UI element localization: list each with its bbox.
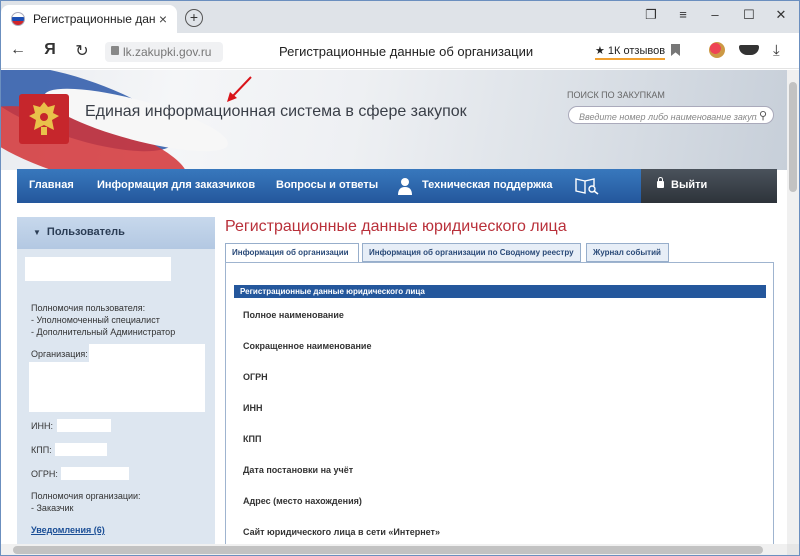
main-nav: Главная Информация для заказчиков Вопрос… bbox=[17, 169, 777, 203]
nav-faq[interactable]: Вопросы и ответы bbox=[276, 179, 378, 191]
nav-customers-info[interactable]: Информация для заказчиков bbox=[97, 179, 255, 191]
favicon-icon bbox=[11, 12, 25, 26]
search-caption: ПОИСК ПО ЗАКУПКАМ bbox=[567, 90, 665, 100]
url-text: lk.zakupki.gov.ru bbox=[123, 45, 212, 59]
notifications-link[interactable]: Уведомления (6) bbox=[31, 525, 105, 535]
sidebar-body: Полномочия пользователя: - Уполномоченны… bbox=[17, 249, 215, 536]
new-tab-button[interactable]: + bbox=[185, 9, 203, 27]
page-viewport: Единая информационная система в сфере за… bbox=[1, 70, 787, 544]
site-header: Единая информационная система в сфере за… bbox=[1, 70, 787, 170]
address-bar: ← Я ↻ lk.zakupki.gov.ru Регистрационные … bbox=[1, 33, 799, 69]
field-kpp: КПП bbox=[243, 434, 262, 444]
inn-row: ИНН: bbox=[31, 419, 201, 436]
field-address: Адрес (место нахождения) bbox=[243, 496, 362, 506]
field-inn: ИНН bbox=[243, 403, 263, 413]
scrollbar-thumb[interactable] bbox=[13, 546, 763, 554]
yandex-icon[interactable]: Я bbox=[41, 41, 59, 59]
org-power-item: - Заказчик bbox=[31, 503, 74, 513]
field-ogrn: ОГРН bbox=[243, 372, 268, 382]
site-title[interactable]: Единая информационная система в сфере за… bbox=[85, 103, 467, 121]
tab-bar: Регистрационные данные × + ❐ ≡ – ☐ ✕ bbox=[1, 1, 799, 33]
extension-icon[interactable] bbox=[709, 42, 725, 58]
content-panel: Регистрационные данные юридического лица… bbox=[225, 262, 774, 544]
bookmark-icon[interactable] bbox=[671, 44, 680, 56]
minimize-icon[interactable]: – bbox=[705, 7, 725, 22]
nav-home[interactable]: Главная bbox=[29, 179, 74, 191]
horizontal-scrollbar[interactable] bbox=[1, 544, 787, 555]
org-name-redacted bbox=[29, 362, 205, 412]
search-icon[interactable]: ⚲ bbox=[759, 109, 767, 122]
inn-label: ИНН: bbox=[31, 421, 53, 431]
reload-icon[interactable]: ↻ bbox=[73, 41, 91, 61]
search-box: ⚲ bbox=[568, 106, 774, 124]
reviews-badge[interactable]: ★ 1К отзывов bbox=[595, 44, 666, 60]
nav-support[interactable]: Техническая поддержка bbox=[422, 179, 553, 191]
maximize-icon[interactable]: ☐ bbox=[739, 7, 759, 23]
browser-tab[interactable]: Регистрационные данные × bbox=[1, 5, 177, 33]
org-row: Организация: bbox=[29, 344, 205, 414]
url-field[interactable]: lk.zakupki.gov.ru bbox=[105, 42, 223, 62]
field-short-name: Сокращенное наименование bbox=[243, 341, 372, 351]
org-name-redacted bbox=[89, 344, 205, 364]
sidebar-header[interactable]: ▼ Пользователь bbox=[17, 217, 215, 249]
lock-icon bbox=[657, 177, 664, 188]
power-item: - Дополнительный Администратор bbox=[31, 327, 176, 337]
sidebar-title: Пользователь bbox=[46, 226, 125, 238]
close-tab-icon[interactable]: × bbox=[159, 11, 167, 27]
field-full-name: Полное наименование bbox=[243, 310, 344, 320]
lock-icon bbox=[111, 46, 119, 55]
tab-event-log[interactable]: Журнал событий bbox=[586, 243, 669, 262]
page-title: Регистрационные данные об организации bbox=[279, 44, 534, 59]
section-header: Регистрационные данные юридического лица bbox=[234, 285, 766, 298]
scroll-corner bbox=[787, 544, 799, 555]
back-icon[interactable]: ← bbox=[9, 41, 27, 59]
tabs-icon[interactable]: ❐ bbox=[641, 7, 661, 23]
power-item: - Уполномоченный специалист bbox=[31, 315, 160, 325]
browser-window: Регистрационные данные × + ❐ ≡ – ☐ ✕ ← Я… bbox=[0, 0, 800, 556]
main-title: Регистрационные данные юридического лица bbox=[225, 218, 567, 235]
emblem-icon[interactable] bbox=[19, 94, 69, 144]
tab-title: Регистрационные данные bbox=[33, 12, 155, 26]
tab-org-info[interactable]: Информация об организации bbox=[225, 243, 359, 263]
org-powers-label: Полномочия организации: bbox=[31, 491, 141, 501]
inn-value-redacted bbox=[57, 419, 111, 432]
download-icon[interactable]: ⤓ bbox=[773, 42, 780, 59]
support-icon bbox=[398, 178, 412, 195]
collapse-icon: ▼ bbox=[33, 228, 41, 237]
field-registration-date: Дата постановки на учёт bbox=[243, 465, 354, 475]
org-label: Организация: bbox=[31, 349, 88, 359]
user-name-redacted bbox=[25, 257, 171, 281]
logout-label: Выйти bbox=[671, 179, 708, 191]
user-sidebar: ▼ Пользователь Полномочия пользователя: -… bbox=[17, 217, 215, 544]
field-website: Сайт юридического лица в сети «Интернет» bbox=[243, 527, 440, 537]
menu-icon[interactable]: ≡ bbox=[673, 7, 693, 22]
powers-label: Полномочия пользователя: bbox=[31, 303, 146, 313]
logout-button[interactable]: Выйти bbox=[641, 169, 777, 203]
book-search-icon[interactable] bbox=[575, 177, 599, 195]
ogrn-value-redacted bbox=[61, 467, 129, 480]
kpp-label: КПП: bbox=[31, 445, 52, 455]
tab-consolidated-registry[interactable]: Информация об организации по Сводному ре… bbox=[362, 243, 581, 262]
close-window-icon[interactable]: ✕ bbox=[771, 7, 791, 23]
scrollbar-thumb[interactable] bbox=[789, 82, 797, 192]
extension-icon[interactable] bbox=[739, 45, 759, 55]
ogrn-row: ОГРН: bbox=[31, 467, 201, 484]
arrow-annotation-icon bbox=[227, 76, 252, 102]
ogrn-label: ОГРН: bbox=[31, 469, 58, 479]
search-input[interactable] bbox=[579, 112, 757, 122]
vertical-scrollbar[interactable] bbox=[787, 70, 799, 544]
kpp-value-redacted bbox=[55, 443, 107, 456]
kpp-row: КПП: bbox=[31, 443, 201, 460]
